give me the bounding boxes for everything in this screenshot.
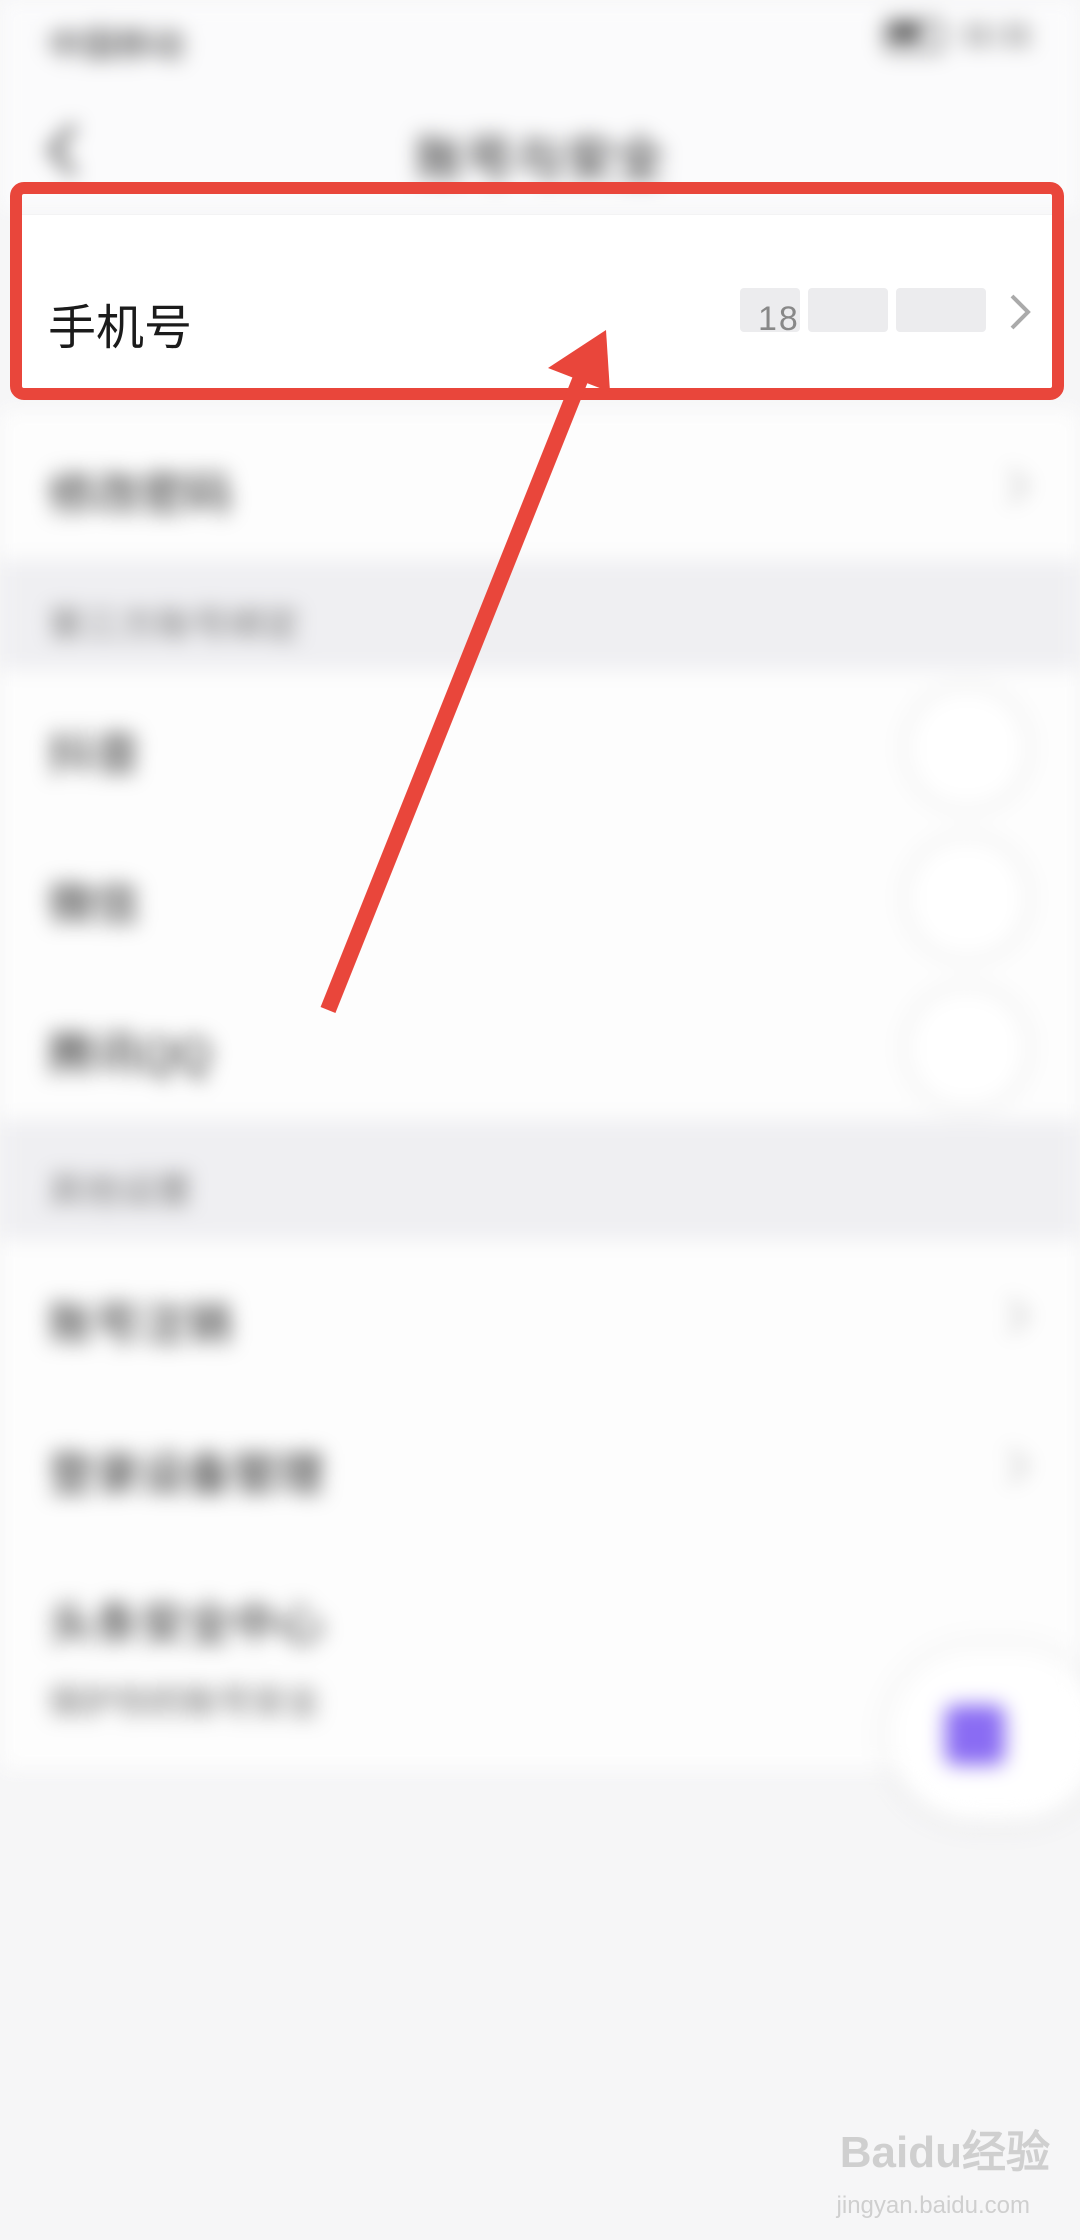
watermark-site: jingyan.baidu.com — [836, 2192, 1030, 2219]
screen: 中国移动 11:11 账号与安全 修改密码 第三方账号绑定 抖音 微信 腾讯QQ… — [0, 0, 1080, 2240]
annotation-arrow-icon — [320, 330, 610, 1013]
watermark-logo: Baidu经验 — [839, 2128, 1050, 2177]
